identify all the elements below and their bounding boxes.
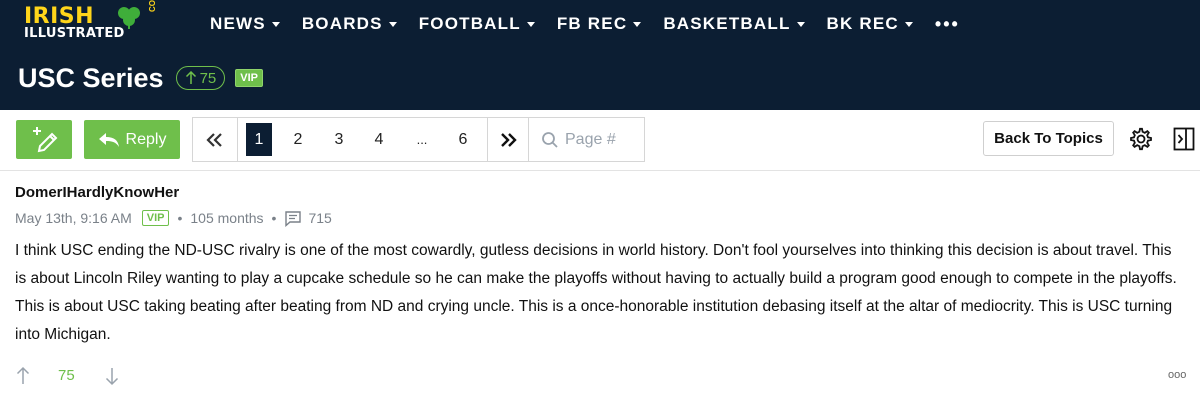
thread-toolbar: Reply 1 2 3 4 ... 6 Page # Back To Topic… [0,110,1200,170]
downvote-button[interactable] [104,366,120,391]
meta-separator: • [271,210,277,226]
thread-vote-pill[interactable]: 75 [175,66,226,90]
meta-separator: • [177,210,183,226]
nav-item-boards[interactable]: BOARDS [302,14,397,34]
nav-label: BASKETBALL [663,14,791,33]
main-nav: NEWS BOARDS FOOTBALL FB REC BASKETBALL B… [210,12,960,36]
post-actions: 75 ooo [0,361,1200,391]
nav-item-basketball[interactable]: BASKETBALL [663,14,805,34]
logo-line2: ILLUSTRATED [24,26,125,41]
chevron-down-icon [526,21,535,27]
first-page-button[interactable] [193,118,237,161]
arrow-down-icon [105,368,119,386]
page-title: USC Series [18,62,164,93]
page-input-placeholder: Page # [565,130,616,148]
nav-label: BOARDS [301,14,383,33]
new-topic-button[interactable] [16,120,72,159]
reply-icon [98,132,119,147]
post-score: 75 [58,367,75,384]
vip-badge: VIP [235,69,263,87]
arrow-up-icon [185,71,196,84]
chevron-down-icon [796,21,805,27]
chevron-down-icon [388,21,397,27]
comment-icon [285,210,302,227]
upvote-button[interactable] [15,366,31,391]
page-button-1[interactable]: 1 [246,123,272,156]
nav-item-bk-rec[interactable]: BK REC [827,14,913,34]
site-header: IRISH ILLUSTRATED COM NEWS BOARDS FOOTBA… [0,0,1200,110]
more-menu-icon[interactable]: ••• [935,14,960,35]
arrow-up-icon [16,366,30,384]
nav-item-football[interactable]: FOOTBALL [419,14,535,34]
double-chevron-left-icon [206,132,222,147]
new-post-icon [33,126,58,152]
reply-label: Reply [125,130,167,148]
next-page-button[interactable] [488,118,528,161]
pager-divider [237,118,238,161]
page-ellipsis: ... [416,132,428,147]
nav-item-fb-rec[interactable]: FB REC [556,14,642,34]
post-body: I think USC ending the ND-USC rivalry is… [15,242,1177,343]
chevron-down-icon [904,21,913,27]
reply-button[interactable]: Reply [84,120,180,159]
site-logo[interactable]: IRISH ILLUSTRATED COM [24,0,160,44]
nav-label: NEWS [210,14,266,33]
back-to-topics-button[interactable]: Back To Topics [983,121,1114,156]
post-count[interactable]: 715 [308,210,331,226]
post-meta: May 13th, 9:16 AM VIP • 105 months • 715 [15,208,332,228]
page-button-3[interactable]: 3 [324,118,354,161]
post-date[interactable]: May 13th, 9:16 AM [15,210,132,226]
search-icon [542,131,558,148]
pager-divider [528,118,529,161]
page-button-2[interactable]: 2 [283,118,313,161]
vip-badge-label: VIP [240,72,258,84]
thread-vote-count: 75 [199,69,217,87]
sidebar-toggle-icon[interactable] [1173,127,1195,156]
double-chevron-right-icon [501,132,517,147]
thread-title-row: USC Series 75 VIP [18,60,263,96]
page-number-input[interactable]: Page # [533,118,645,161]
logo-suffix: COM [148,0,157,12]
page-button-6[interactable]: 6 [448,118,478,161]
page-button-4[interactable]: 4 [364,118,394,161]
chevron-down-icon [633,21,642,27]
nav-item-news[interactable]: NEWS [210,14,280,34]
vip-badge: VIP [141,210,170,226]
chevron-down-icon [271,21,280,27]
post-more-menu[interactable]: ooo [1168,369,1186,381]
gear-icon[interactable] [1129,127,1153,156]
post: DomerIHardlyKnowHer May 13th, 9:16 AM VI… [0,170,1200,400]
nav-label: FOOTBALL [418,14,521,33]
member-tenure: 105 months [190,210,264,226]
nav-label: FB REC [556,14,628,33]
nav-label: BK REC [826,14,899,33]
post-author[interactable]: DomerIHardlyKnowHer [15,184,179,201]
